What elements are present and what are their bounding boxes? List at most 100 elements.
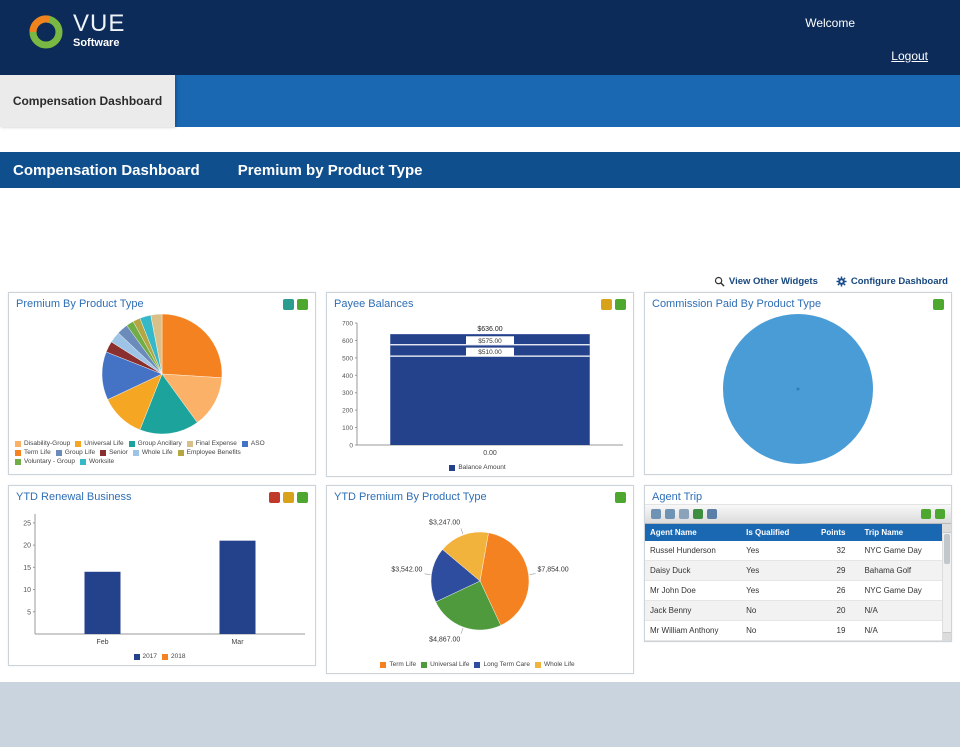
column-header[interactable]: Points	[806, 524, 860, 541]
configure-dashboard-button[interactable]: Configure Dashboard	[836, 276, 948, 287]
scroll-up-arrow[interactable]	[943, 524, 951, 533]
refresh-icon[interactable]	[297, 491, 308, 503]
svg-text:300: 300	[342, 390, 353, 397]
refresh-icon[interactable]	[297, 298, 308, 310]
ytd_renewal_business-svg: 5 10 15 20 25 Feb Mar	[23, 514, 305, 646]
table-cell: N/A	[859, 600, 942, 621]
widget-agent-trip: Agent Trip Agent Name Is Qualified Points T…	[644, 485, 952, 642]
svg-text:Mar: Mar	[231, 639, 244, 646]
welcome-text: Welcome	[805, 16, 855, 30]
export-icon[interactable]	[665, 509, 675, 519]
menu-premium-by-product-type[interactable]: Premium by Product Type	[238, 162, 423, 179]
table-header-row: Agent Name Is Qualified Points Trip Name	[645, 524, 942, 541]
refresh-icon[interactable]	[615, 491, 626, 503]
toolbar-right-icons	[921, 509, 945, 519]
table-row[interactable]: Jack Benny No 20 N/A	[645, 600, 942, 621]
svg-text:0.00: 0.00	[483, 450, 497, 457]
svg-text:10: 10	[23, 587, 31, 594]
table-cell: NYC Game Day	[859, 541, 942, 561]
legend-item: 2017	[133, 653, 157, 660]
legend-item: Disability-Group	[15, 440, 70, 447]
print-icon[interactable]	[707, 509, 717, 519]
menu-compensation-dashboard[interactable]: Compensation Dashboard	[13, 162, 200, 179]
vue-software-logo: VUE Software	[26, 12, 125, 52]
maximize-icon[interactable]	[935, 509, 945, 519]
column-header[interactable]: Is Qualified	[741, 524, 807, 541]
svg-text:500: 500	[342, 355, 353, 362]
premium-legend: Disability-Group Universal Life Group Anci…	[9, 437, 315, 470]
table-row[interactable]: Mr William Anthony No 19 N/A	[645, 620, 942, 641]
table-row[interactable]: Russel Hunderson Yes 32 NYC Game Day	[645, 541, 942, 561]
column-header[interactable]: Agent Name	[645, 524, 742, 541]
scroll-thumb[interactable]	[944, 534, 950, 564]
export-pdf-icon[interactable]	[269, 491, 280, 503]
table-cell: Mr John Doe	[645, 580, 742, 601]
widget-icons	[933, 298, 944, 310]
excel-export-icon[interactable]	[693, 509, 703, 519]
commission-pie-chart	[645, 311, 951, 467]
table-cell: 20	[806, 600, 860, 621]
svg-text:15: 15	[23, 565, 31, 572]
widget-title: Premium By Product Type	[16, 298, 144, 310]
table-cell: Daisy Duck	[645, 560, 742, 581]
widget-payee-balances: Payee Balances 0 100 200 300 400 500 600 700 $63…	[326, 292, 634, 477]
widget-ytd-renewal-business: YTD Renewal Business 5 10 15 20 25 Feb Mar 201…	[8, 485, 316, 666]
svg-text:400: 400	[342, 373, 353, 380]
title-bar: Compensation Dashboard Premium by Produc…	[0, 152, 960, 188]
widget-icons	[601, 298, 626, 310]
commission_paid_by_product_type-svg	[723, 314, 873, 464]
brand-subtitle: Software	[73, 37, 120, 49]
payee-legend: Balance Amount	[327, 461, 633, 476]
download-icon[interactable]	[921, 509, 931, 519]
legend-item: Group Life	[55, 449, 95, 456]
table-cell: No	[741, 620, 807, 641]
legend-item: Senior	[100, 449, 128, 456]
agent-trip-toolbar	[645, 504, 951, 524]
table-cell: No	[741, 600, 807, 621]
legend-item: Universal Life	[75, 440, 124, 447]
legend-item: 2018	[162, 653, 185, 660]
tab-compensation-dashboard[interactable]: Compensation Dashboard	[0, 75, 175, 127]
table-cell: Russel Hunderson	[645, 541, 742, 561]
table-row[interactable]: Daisy Duck Yes 29 Bahama Golf	[645, 560, 942, 581]
svg-text:0: 0	[349, 443, 353, 450]
table-cell: Mr William Anthony	[645, 620, 742, 641]
table-cell: Yes	[741, 580, 807, 601]
svg-text:$510.00: $510.00	[478, 349, 502, 356]
premium-pie-chart	[9, 311, 315, 437]
legend-item: Voluntary - Group	[15, 458, 75, 465]
dashboard-content: View Other Widgets Configure Dashboard P…	[0, 188, 960, 682]
legend-item: Final Expense	[186, 440, 237, 447]
brand-name: VUE	[73, 10, 126, 37]
refresh-icon[interactable]	[651, 509, 661, 519]
chart-options-icon[interactable]	[283, 298, 294, 310]
legend-item: Worksite	[79, 458, 114, 465]
refresh-icon[interactable]	[933, 298, 944, 310]
widget-title: Agent Trip	[652, 491, 703, 503]
legend-item: ASO	[241, 440, 265, 447]
svg-text:20: 20	[23, 543, 31, 550]
filter-icon[interactable]	[601, 298, 612, 310]
refresh-icon[interactable]	[615, 298, 626, 310]
column-header[interactable]: Trip Name	[859, 524, 942, 541]
table-cell: NYC Game Day	[859, 580, 942, 601]
vue-logo-icon	[29, 15, 63, 49]
ytd-premium-pie-chart: $7,854.00 $4,867.00 $3,542.00 $3,247.00	[327, 504, 633, 658]
widget-title: YTD Renewal Business	[16, 491, 132, 503]
logout-link[interactable]: Logout	[891, 49, 928, 63]
svg-text:200: 200	[342, 408, 353, 415]
payee-balances-bar-chart: 0 100 200 300 400 500 600 700 $636.00 $575.00 $510…	[327, 311, 633, 461]
save-icon[interactable]	[679, 509, 689, 519]
toolbar-left-icons	[651, 509, 717, 519]
widget-ytd-premium: YTD Premium By Product Type $7,854.00 $4,…	[326, 485, 634, 674]
legend-item: Universal Life	[421, 661, 469, 668]
filter-icon[interactable]	[283, 491, 294, 503]
table-cell: 26	[806, 580, 860, 601]
table-scrollbar[interactable]	[942, 524, 951, 641]
svg-text:25: 25	[23, 520, 31, 527]
scroll-down-arrow[interactable]	[943, 632, 951, 641]
view-other-widgets-button[interactable]: View Other Widgets	[714, 276, 818, 287]
svg-text:$4,867.00: $4,867.00	[429, 637, 460, 644]
widget-title: Payee Balances	[334, 298, 414, 310]
table-row[interactable]: Mr John Doe Yes 26 NYC Game Day	[645, 580, 942, 601]
